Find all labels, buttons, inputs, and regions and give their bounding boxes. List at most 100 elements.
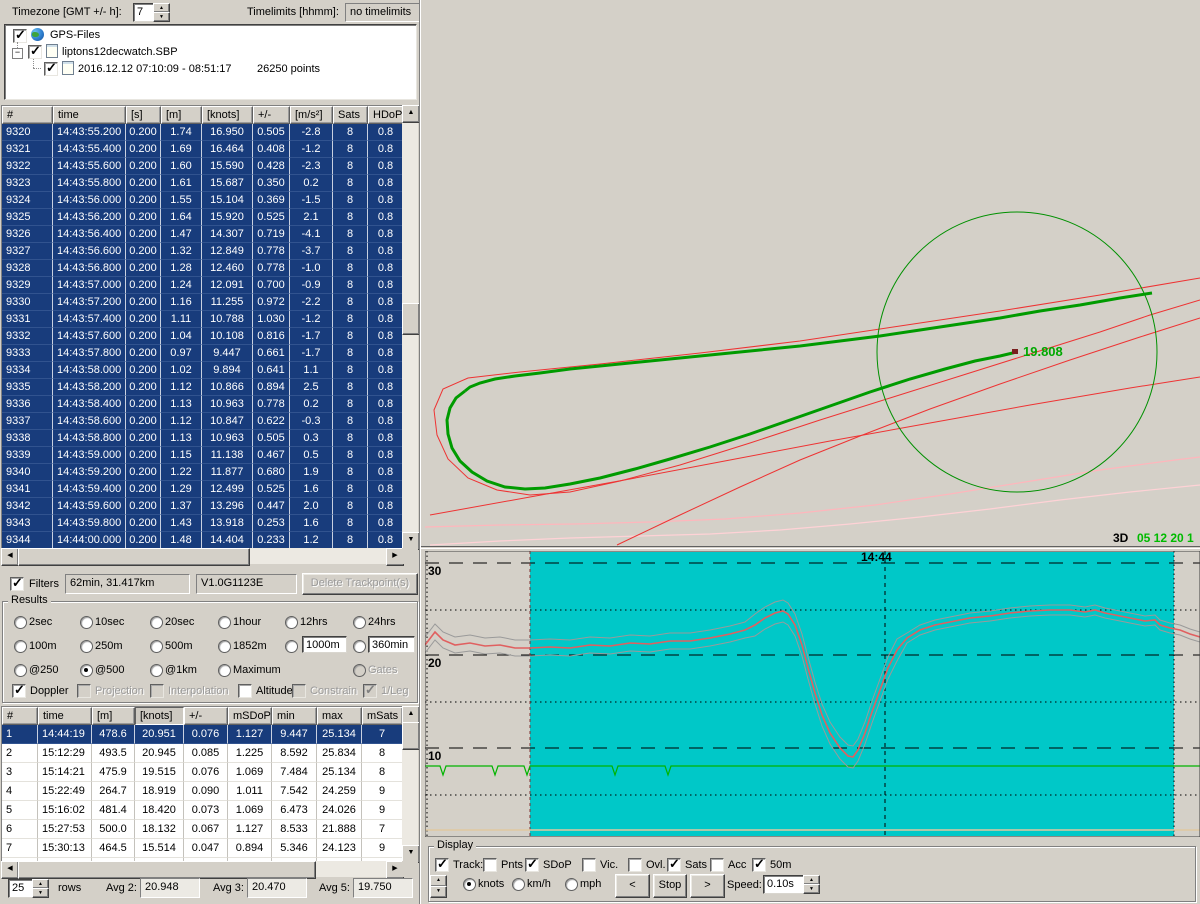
table-row[interactable]: 933814:43:58.8000.2001.1310.9630.5050.38… bbox=[2, 430, 403, 447]
stop-button[interactable]: Stop bbox=[653, 874, 687, 898]
distance-100m-radio[interactable] bbox=[14, 640, 27, 653]
prev-button[interactable]: < bbox=[615, 874, 650, 898]
trackpoint-table-hscrollbar[interactable]: ◀ ▶ bbox=[1, 548, 402, 564]
column-header[interactable]: min bbox=[272, 707, 317, 725]
replay-speed-down-button[interactable]: ▼ bbox=[803, 884, 820, 894]
collapse-icon[interactable]: − bbox=[12, 48, 23, 59]
distance-500m-radio[interactable] bbox=[150, 640, 163, 653]
gps-files-checkbox[interactable] bbox=[13, 29, 27, 43]
column-header[interactable]: +/- bbox=[184, 707, 228, 725]
table-row[interactable]: 933114:43:57.4000.2001.1110.7881.030-1.2… bbox=[2, 311, 403, 328]
table-row[interactable]: 933014:43:57.2000.2001.1611.2550.972-2.2… bbox=[2, 294, 403, 311]
results-table-hscrollbar[interactable]: ◀ ▶ bbox=[1, 861, 402, 877]
alpha-at1km-radio[interactable] bbox=[150, 664, 163, 677]
custom-distance-input[interactable]: 1000m bbox=[302, 636, 347, 653]
column-header[interactable]: mSats bbox=[362, 707, 403, 725]
table-row[interactable]: 415:22:49264.718.9190.0901.0117.54224.25… bbox=[2, 782, 403, 801]
tree-file-label[interactable]: liptons12decwatch.SBP bbox=[62, 46, 178, 59]
table-row[interactable]: 932314:43:55.8000.2001.6115.6870.3500.28… bbox=[2, 175, 403, 192]
session-checkbox[interactable] bbox=[44, 62, 58, 76]
rows-down-button[interactable]: ▼ bbox=[32, 888, 49, 898]
hscroll-thumb[interactable] bbox=[18, 861, 316, 879]
table-row[interactable]: 933714:43:58.6000.2001.1210.8470.622-0.3… bbox=[2, 413, 403, 430]
table-row[interactable]: 932114:43:55.4000.2001.6916.4640.408-1.2… bbox=[2, 141, 403, 158]
period-12hrs-radio[interactable] bbox=[285, 616, 298, 629]
unit-knots-radio[interactable] bbox=[463, 878, 476, 891]
column-header[interactable]: [knots] bbox=[135, 707, 184, 725]
filters-checkbox[interactable] bbox=[10, 577, 24, 591]
period-20sec-radio[interactable] bbox=[150, 616, 163, 629]
period-1hour-radio[interactable] bbox=[218, 616, 231, 629]
distance-1852m-radio[interactable] bbox=[218, 640, 231, 653]
table-row[interactable]: 933214:43:57.6000.2001.0410.1080.816-1.7… bbox=[2, 328, 403, 345]
table-row[interactable]: 932214:43:55.6000.2001.6015.5900.428-2.3… bbox=[2, 158, 403, 175]
column-header[interactable]: [s] bbox=[126, 106, 161, 124]
scroll-left-icon[interactable]: ◀ bbox=[1, 861, 19, 879]
timelimits-field[interactable]: no timelimits bbox=[345, 3, 421, 22]
column-header[interactable]: time bbox=[53, 106, 126, 124]
display-sdop-checkbox[interactable] bbox=[525, 858, 539, 872]
vscroll-thumb[interactable] bbox=[402, 303, 420, 335]
table-row[interactable]: 934314:43:59.8000.2001.4313.9180.2531.68… bbox=[2, 515, 403, 532]
rows-count-input[interactable]: 25 bbox=[8, 879, 35, 898]
table-row[interactable]: 932414:43:56.0000.2001.5515.1040.369-1.5… bbox=[2, 192, 403, 209]
table-row[interactable]: 933314:43:57.8000.2000.979.4470.661-1.78… bbox=[2, 345, 403, 362]
distance-custom-radio[interactable] bbox=[285, 640, 298, 653]
table-row[interactable]: 933414:43:58.0000.2001.029.8940.6411.180… bbox=[2, 362, 403, 379]
period-2sec-radio[interactable] bbox=[14, 616, 27, 629]
column-header[interactable]: [m] bbox=[92, 707, 135, 725]
alpha-at250-radio[interactable] bbox=[14, 664, 27, 677]
table-row[interactable]: 515:16:02481.418.4200.0731.0696.47324.02… bbox=[2, 801, 403, 820]
custom-time-input[interactable]: 360min bbox=[368, 636, 415, 653]
unit-mph-radio[interactable] bbox=[565, 878, 578, 891]
option-Projection-checkbox[interactable] bbox=[77, 684, 91, 698]
hscroll-thumb[interactable] bbox=[18, 548, 250, 566]
next-button[interactable]: > bbox=[690, 874, 725, 898]
delete-trackpoints-button[interactable]: Delete Trackpoint(s) bbox=[302, 573, 418, 595]
display-pnts-checkbox[interactable] bbox=[483, 858, 497, 872]
distance-250m-radio[interactable] bbox=[80, 640, 93, 653]
table-row[interactable]: 715:30:13464.515.5140.0470.8945.34624.12… bbox=[2, 839, 403, 858]
time-custom-radio[interactable] bbox=[353, 640, 366, 653]
tree-session-label[interactable]: 2016.12.12 07:10:09 - 08:51:17 bbox=[78, 63, 232, 76]
table-row[interactable]: 932914:43:57.0000.2001.2412.0910.700-0.9… bbox=[2, 277, 403, 294]
table-row[interactable]: 315:14:21475.919.5150.0761.0697.48425.13… bbox=[2, 763, 403, 782]
unit-km-h-radio[interactable] bbox=[512, 878, 525, 891]
table-row[interactable]: 932014:43:55.2000.2001.7416.9500.505-2.8… bbox=[2, 124, 403, 141]
table-row[interactable]: 933914:43:59.0000.2001.1511.1380.4670.58… bbox=[2, 447, 403, 464]
table-row[interactable]: 934214:43:59.6000.2001.3713.2960.4472.08… bbox=[2, 498, 403, 515]
graph-scale-down-button[interactable]: ▼ bbox=[430, 886, 447, 898]
track-map[interactable] bbox=[425, 0, 1200, 546]
option-Constrain-checkbox[interactable] bbox=[292, 684, 306, 698]
alpha-at500-radio[interactable] bbox=[80, 664, 93, 677]
vscroll-thumb[interactable] bbox=[402, 722, 420, 750]
option-1-Leg-checkbox[interactable] bbox=[363, 684, 377, 698]
display-ovl-checkbox[interactable] bbox=[628, 858, 642, 872]
results-table-vscrollbar[interactable]: ▲ ▼ bbox=[402, 706, 418, 861]
display-50m-checkbox[interactable] bbox=[752, 858, 766, 872]
column-header[interactable]: [m] bbox=[161, 106, 202, 124]
replay-speed-input[interactable]: 0.10s bbox=[763, 875, 806, 894]
timezone-down-button[interactable]: ▼ bbox=[153, 12, 170, 22]
column-header[interactable]: [m/s²] bbox=[290, 106, 333, 124]
display-vic-checkbox[interactable] bbox=[582, 858, 596, 872]
table-row[interactable]: 932514:43:56.2000.2001.6415.9200.5252.18… bbox=[2, 209, 403, 226]
scroll-left-icon[interactable]: ◀ bbox=[1, 548, 19, 566]
gps-file-tree[interactable]: GPS-Files − liptons12decwatch.SBP 2016.1… bbox=[4, 24, 417, 100]
trackpoint-table[interactable]: #time[s][m][knots]+/-[m/s²]SatsHDoP93201… bbox=[1, 105, 403, 549]
alpha-Gates-radio[interactable] bbox=[353, 664, 366, 677]
tree-root-label[interactable]: GPS-Files bbox=[50, 29, 100, 42]
option-Doppler-checkbox[interactable] bbox=[12, 684, 26, 698]
results-table[interactable]: #time[m][knots]+/-mSDoPminmaxmSats114:44… bbox=[1, 706, 403, 862]
option-Interpolation-checkbox[interactable] bbox=[150, 684, 164, 698]
column-header[interactable]: mSDoP bbox=[228, 707, 272, 725]
table-row[interactable]: 932714:43:56.6000.2001.3212.8490.778-3.7… bbox=[2, 243, 403, 260]
period-10sec-radio[interactable] bbox=[80, 616, 93, 629]
table-row[interactable]: 215:12:29493.520.9450.0851.2258.59225.83… bbox=[2, 744, 403, 763]
alpha-Maximum-radio[interactable] bbox=[218, 664, 231, 677]
display-acc-checkbox[interactable] bbox=[710, 858, 724, 872]
scroll-up-icon[interactable]: ▲ bbox=[402, 105, 420, 123]
period-24hrs-radio[interactable] bbox=[353, 616, 366, 629]
table-row[interactable]: 933614:43:58.4000.2001.1310.9630.7780.28… bbox=[2, 396, 403, 413]
column-header[interactable]: max bbox=[317, 707, 362, 725]
